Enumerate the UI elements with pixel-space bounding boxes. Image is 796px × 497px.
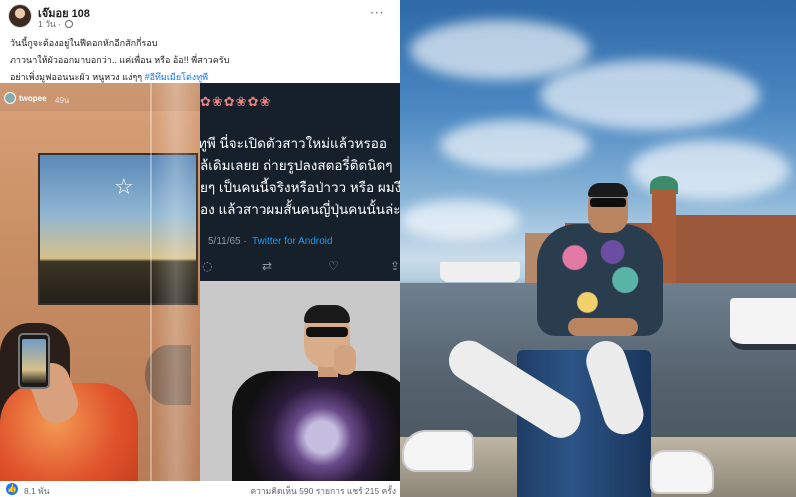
phone-screen xyxy=(22,339,46,383)
post-meta: 1 วัน · xyxy=(38,17,74,31)
photo-grid: twopee 49น ☆ ✿❀✿❀✿❀ ทูพี นี่จะเปิดตัวสาว… xyxy=(0,83,400,481)
tweet-line: ยๆ เป็นคนนี้จริงหรือป่าวว หรือ ผมงี xyxy=(200,180,400,195)
cloud xyxy=(410,20,590,80)
story-username: twopee xyxy=(19,94,47,103)
tweet-line: ทูพี นี่จะเปิดตัวสาวใหม่แล้วหรออ xyxy=(200,136,387,151)
retweet-icon[interactable]: ⇄ xyxy=(262,259,272,273)
moored-ship xyxy=(730,298,796,350)
flower-decoration: ✿❀✿❀✿❀ xyxy=(200,95,272,110)
tweet-line: ล้เดิมเลยย ถ่ายรูปลงสตอรี่ติดนิดๆ xyxy=(200,158,393,173)
reaction-count[interactable]: 8.1 พัน xyxy=(24,484,50,497)
post-header: เจ๊มอย 108 1 วัน · ··· xyxy=(0,0,400,30)
story-screenshot[interactable]: twopee 49น ☆ xyxy=(0,83,200,481)
hashtag-link[interactable]: #อีทึมเมียโต่งทูพี xyxy=(145,72,209,82)
author-avatar[interactable] xyxy=(8,4,32,28)
hair xyxy=(304,305,350,323)
hands xyxy=(568,318,638,336)
heart-icon[interactable]: ♡ xyxy=(328,259,339,273)
portrait-photo[interactable] xyxy=(200,281,400,481)
sunglasses xyxy=(590,198,626,207)
right-sneaker xyxy=(650,450,714,494)
glass-reflection xyxy=(150,83,200,481)
tweet-date: 5/11/65 · xyxy=(208,236,247,247)
caption-line: วันนี้กูจะต้องอยู่ในฟีดอกหักอีกสักกี่รอบ xyxy=(10,38,158,48)
hand-on-chin xyxy=(334,345,356,375)
graphic-tshirt xyxy=(232,371,400,481)
post-footer: 👍 8.1 พัน ความคิดเห็น 590 รายการ แชร์ 21… xyxy=(0,481,400,497)
left-sneaker xyxy=(402,430,474,472)
post-timestamp[interactable]: 1 วัน xyxy=(38,19,56,29)
like-reaction-icon[interactable]: 👍 xyxy=(6,483,18,495)
phone-image xyxy=(18,333,50,389)
ferry xyxy=(440,262,520,282)
travel-photo[interactable] xyxy=(400,0,796,497)
star-icon: ☆ xyxy=(114,175,134,200)
more-options-button[interactable]: ··· xyxy=(370,6,384,20)
engagement-stats[interactable]: ความคิดเห็น 590 รายการ แชร์ 215 ครั้ง xyxy=(250,484,396,497)
cloud xyxy=(400,200,520,240)
building xyxy=(676,215,796,285)
post-caption: วันนี้กูจะต้องอยู่ในฟีดอกหักอีกสักกี่รอบ… xyxy=(10,35,395,86)
tweet-source-link[interactable]: Twitter for Android xyxy=(252,236,333,247)
cloud xyxy=(440,120,590,170)
reply-icon[interactable]: ◌ xyxy=(202,259,212,273)
caption-text: อย่าเพิ่งมูฟออนนะผัว หนูหวง แง่ๆๆ xyxy=(10,72,143,82)
cloud xyxy=(540,60,760,130)
tweet-text: ทูพี นี่จะเปิดตัวสาวใหม่แล้วหรออ ล้เดิมเ… xyxy=(200,133,400,221)
globe-icon xyxy=(65,20,74,28)
story-avatar xyxy=(4,92,16,104)
tweet-actions: ◌ ⇄ ♡ ⇪ xyxy=(200,259,400,275)
facebook-post: เจ๊มอย 108 1 วัน · ··· วันนี้กูจะต้องอยู… xyxy=(0,0,400,497)
caption-line: ภาวนาให้ผัวออกมาบอกว่า.. แค่เพื่อน หรือ … xyxy=(10,55,230,65)
tweet-screenshot[interactable]: ✿❀✿❀✿❀ ทูพี นี่จะเปิดตัวสาวใหม่แล้วหรออ … xyxy=(200,83,400,281)
tweet-line: อง แล้วสาวผมสั้นคนญี่ปุ่นคนนั้นล่ะ xyxy=(200,202,400,217)
sunglasses xyxy=(306,327,348,337)
share-icon[interactable]: ⇪ xyxy=(390,259,400,273)
hair xyxy=(588,183,628,197)
story-time: 49น xyxy=(55,96,70,105)
